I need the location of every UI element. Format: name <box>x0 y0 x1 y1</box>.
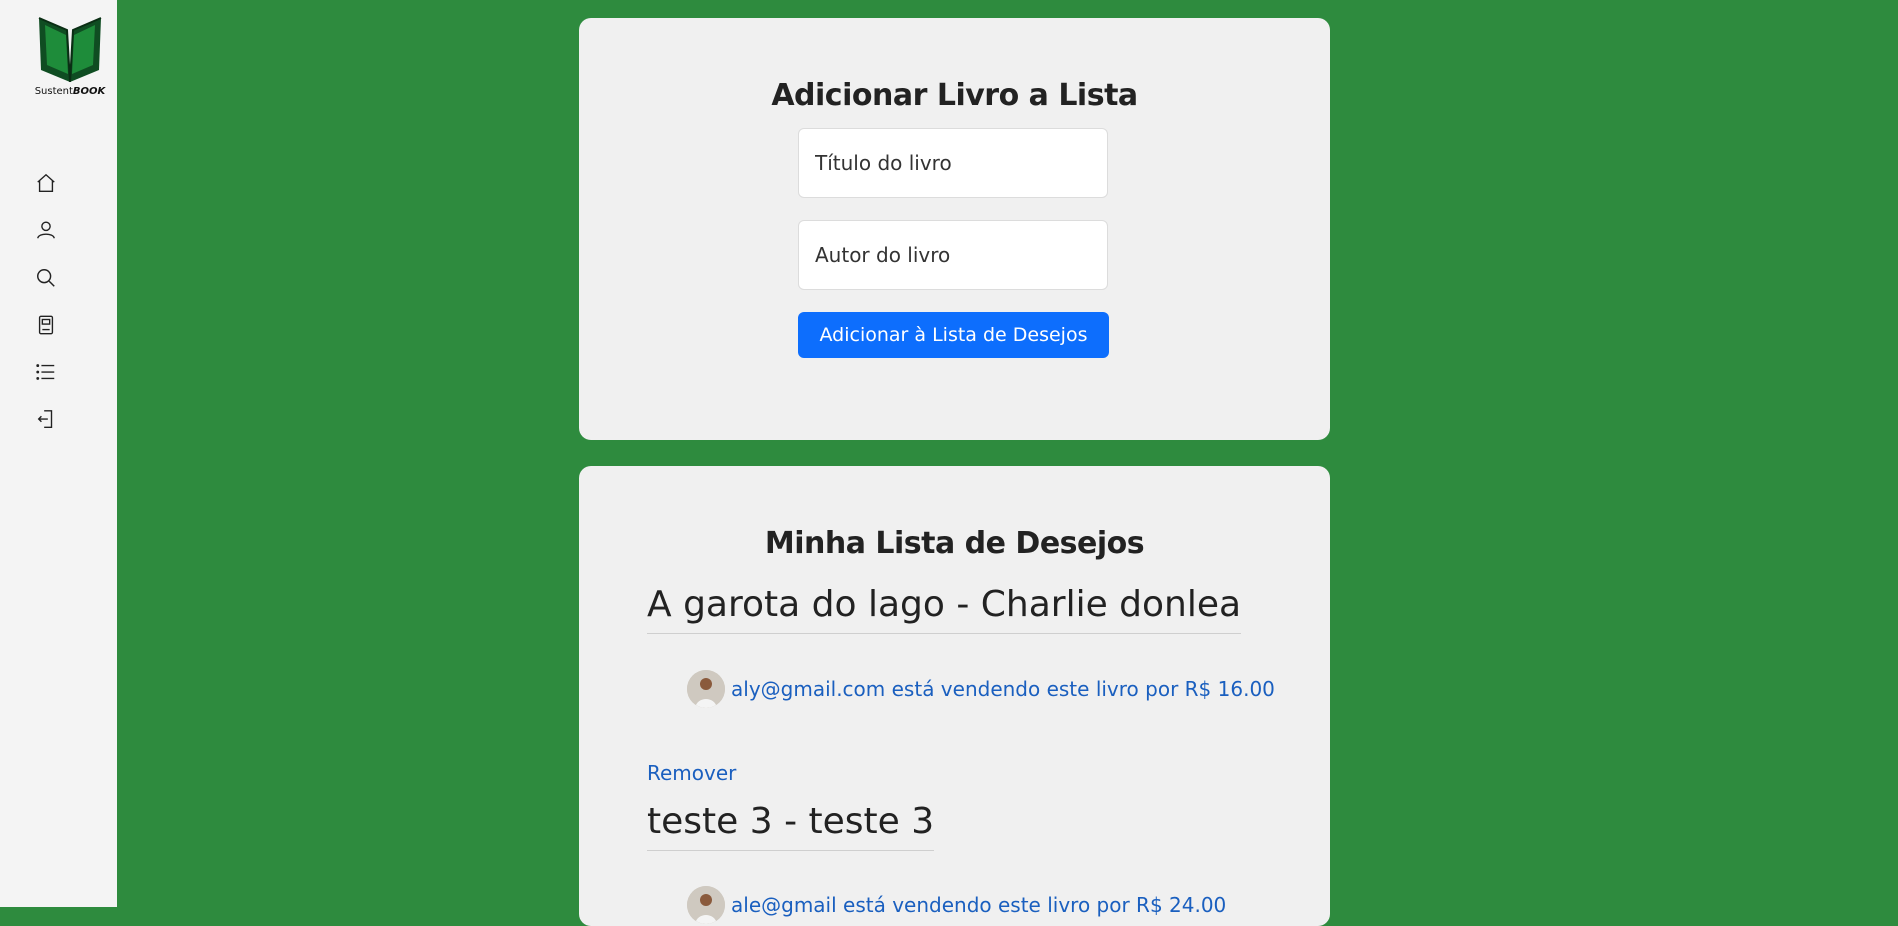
wishlist-book-title: teste 3 - teste 3 <box>647 801 935 851</box>
home-icon[interactable] <box>34 171 58 195</box>
remove-link[interactable]: Remover <box>647 761 736 785</box>
seller-offer-text: ale@gmail está vendendo este livro por R… <box>731 893 1227 917</box>
add-book-card: Adicionar Livro a Lista Adicionar à List… <box>579 18 1330 440</box>
seller-offer-text: aly@gmail.com está vendendo este livro p… <box>731 677 1275 701</box>
seller-offer-link[interactable]: aly@gmail.com está vendendo este livro p… <box>687 670 1275 708</box>
wishlist-card: Minha Lista de Desejos A garota do lago … <box>579 466 1330 926</box>
logout-icon[interactable] <box>34 407 58 431</box>
book-author-input[interactable] <box>798 220 1108 290</box>
seller-offer-link[interactable]: ale@gmail está vendendo este livro por R… <box>687 886 1226 924</box>
seller-avatar <box>687 670 725 708</box>
seller-avatar <box>687 886 725 924</box>
sidebar: SustentBOOK <box>0 0 117 907</box>
user-icon[interactable] <box>34 218 58 242</box>
book-icon[interactable] <box>34 313 58 337</box>
search-icon[interactable] <box>34 266 58 290</box>
wishlist-title: Minha Lista de Desejos <box>764 526 1145 561</box>
add-book-title: Adicionar Livro a Lista <box>771 78 1138 113</box>
book-title-input[interactable] <box>798 128 1108 198</box>
wishlist-book-title: A garota do lago - Charlie donlea <box>647 584 1242 634</box>
add-to-wishlist-button[interactable]: Adicionar à Lista de Desejos <box>798 312 1109 358</box>
logo[interactable]: SustentBOOK <box>30 16 110 106</box>
brand-name: SustentBOOK <box>34 86 106 97</box>
list-icon[interactable] <box>34 360 58 384</box>
book-logo-icon <box>38 17 102 83</box>
